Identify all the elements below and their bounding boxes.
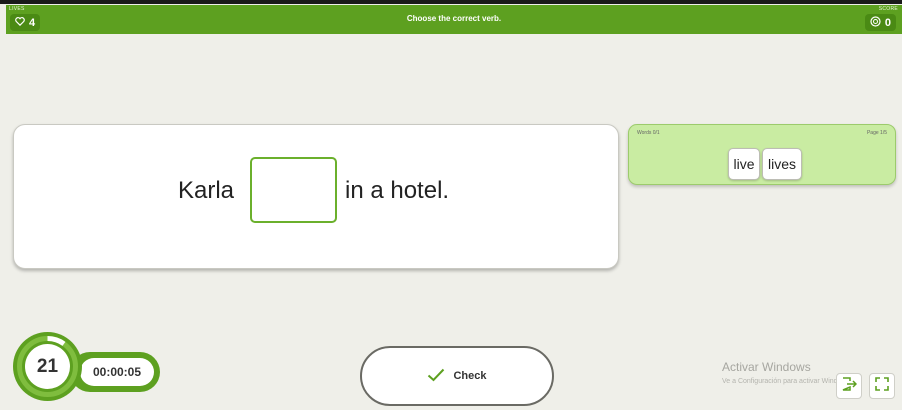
fullscreen-button[interactable] [869, 373, 895, 399]
word-option-live[interactable]: live [728, 148, 760, 180]
countdown-timer: 21 [13, 332, 82, 401]
sentence-text-before: Karla [178, 177, 235, 204]
windows-activation-title: Activar Windows [722, 360, 811, 374]
header-bar: LIVES 4 Choose the correct verb. SCORE 0 [6, 5, 902, 34]
exit-icon [841, 376, 858, 397]
countdown-seconds: 21 [25, 344, 70, 389]
lives-caption: LIVES [9, 6, 25, 12]
instruction-title: Choose the correct verb. [406, 14, 502, 23]
checkmark-icon [427, 368, 445, 385]
top-border-line [0, 0, 902, 4]
answer-drop-box[interactable] [250, 157, 337, 223]
score-badge-icon [870, 15, 881, 30]
windows-activation-subtitle: Ve a Configuración para activar Windows. [722, 378, 852, 385]
sentence-text-after: in a hotel. [345, 177, 450, 204]
word-bank: Words 0/1 Page 1/5 live lives [628, 124, 896, 185]
sentence-card: Karla in a hotel. [13, 124, 619, 269]
elapsed-timer: 00:00:05 [70, 352, 160, 392]
page-counter: Page 1/5 [866, 130, 887, 136]
score-indicator: 0 [864, 14, 896, 31]
check-button-label: Check [453, 370, 487, 382]
word-option-lives[interactable]: lives [762, 148, 802, 180]
score-caption: SCORE [878, 6, 898, 12]
words-counter: Words 0/1 [637, 130, 660, 136]
fullscreen-icon [875, 376, 889, 396]
score-value: 0 [884, 16, 891, 29]
check-button[interactable]: Check [360, 346, 554, 406]
elapsed-time: 00:00:05 [80, 358, 154, 386]
exit-button[interactable] [836, 373, 862, 399]
